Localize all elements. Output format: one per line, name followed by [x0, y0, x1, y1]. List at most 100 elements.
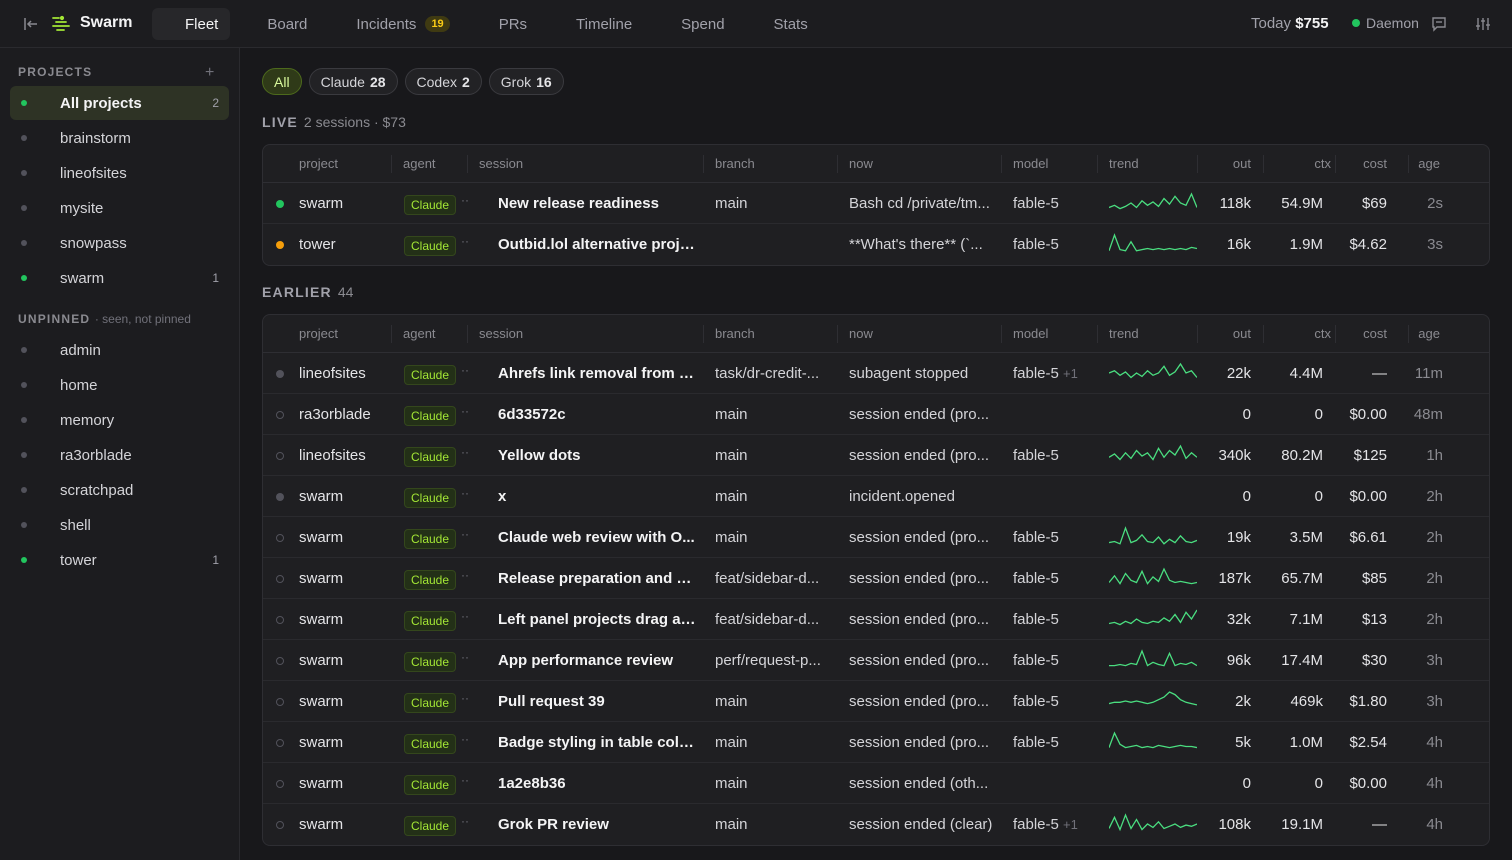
- sidebar-item-swarm[interactable]: swarm 1: [10, 261, 229, 295]
- tab-spend[interactable]: Spend: [648, 8, 736, 40]
- agent-more-icon[interactable]: ··: [461, 527, 469, 541]
- sidebar-item-shell[interactable]: shell: [10, 508, 229, 542]
- agent-more-icon[interactable]: ··: [461, 404, 469, 418]
- column-settings-icon[interactable]: [1475, 16, 1491, 32]
- table-row[interactable]: lineofsites Claude ·· Yellow dots main sessio…: [263, 435, 1489, 476]
- column-header-branch[interactable]: branch: [715, 326, 755, 341]
- column-header-project[interactable]: project: [299, 326, 338, 341]
- table-row[interactable]: swarm Claude ·· App performance review perf/…: [263, 640, 1489, 681]
- add-project-icon[interactable]: +: [205, 64, 214, 82]
- filter-claude[interactable]: Claude 28: [308, 68, 398, 95]
- tab-incidents[interactable]: Incidents 19: [323, 8, 461, 40]
- daemon-status[interactable]: Daemon: [1352, 15, 1419, 31]
- sidebar-item-home[interactable]: home: [10, 368, 229, 402]
- column-header-trend[interactable]: trend: [1109, 156, 1139, 171]
- table-row[interactable]: lineofsites Claude ·· Ahrefs link removal f…: [263, 353, 1489, 394]
- column-header-out[interactable]: out: [1197, 326, 1251, 341]
- table-row[interactable]: swarm Claude ·· Release preparation and w..…: [263, 558, 1489, 599]
- sidebar-item-admin[interactable]: admin: [10, 333, 229, 367]
- row-session[interactable]: 1a2e8b36: [498, 775, 698, 792]
- column-header-now[interactable]: now: [849, 156, 873, 171]
- agent-more-icon[interactable]: ··: [461, 773, 469, 787]
- row-session[interactable]: Release preparation and w...: [498, 570, 698, 587]
- row-session[interactable]: New release readiness: [498, 195, 698, 212]
- row-session[interactable]: Grok PR review: [498, 816, 698, 833]
- agent-more-icon[interactable]: ··: [461, 814, 469, 828]
- sidebar-item-memory[interactable]: memory: [10, 403, 229, 437]
- agent-more-icon[interactable]: ··: [461, 363, 469, 377]
- column-header-session[interactable]: session: [479, 156, 523, 171]
- column-header-trend[interactable]: trend: [1109, 326, 1139, 341]
- column-header-age[interactable]: age: [1393, 326, 1440, 341]
- sidebar-item-snowpass[interactable]: snowpass: [10, 226, 229, 260]
- table-row[interactable]: swarm Claude ·· Left panel projects drag an…: [263, 599, 1489, 640]
- chat-icon[interactable]: [1431, 16, 1447, 32]
- column-header-agent[interactable]: agent: [403, 156, 436, 171]
- column-header-project[interactable]: project: [299, 156, 338, 171]
- agent-more-icon[interactable]: ··: [461, 732, 469, 746]
- agent-more-icon[interactable]: ··: [461, 568, 469, 582]
- row-session[interactable]: Claude web review with O...: [498, 529, 698, 546]
- row-session[interactable]: Badge styling in table colu...: [498, 734, 698, 751]
- tab-board[interactable]: Board: [234, 8, 319, 40]
- trend-sparkline: [1109, 444, 1197, 461]
- column-header-branch[interactable]: branch: [715, 156, 755, 171]
- agent-more-icon[interactable]: ··: [461, 193, 469, 207]
- column-header-age[interactable]: age: [1393, 156, 1440, 171]
- sidebar-item-ra3orblade[interactable]: ra3orblade: [10, 438, 229, 472]
- table-row[interactable]: swarm Claude ·· Grok PR review main session e…: [263, 804, 1489, 845]
- agent-more-icon[interactable]: ··: [461, 691, 469, 705]
- tab-timeline[interactable]: Timeline: [543, 8, 644, 40]
- column-header-ctx[interactable]: ctx: [1277, 326, 1331, 341]
- column-header-ctx[interactable]: ctx: [1277, 156, 1331, 171]
- row-ctx: 7.1M: [1289, 611, 1323, 628]
- row-session[interactable]: App performance review: [498, 652, 698, 669]
- filter-codex[interactable]: Codex 2: [404, 68, 482, 95]
- filter-grok[interactable]: Grok 16: [488, 68, 564, 95]
- column-header-out[interactable]: out: [1197, 156, 1251, 171]
- sidebar-item-tower[interactable]: tower 1: [10, 543, 229, 577]
- agent-more-icon[interactable]: ··: [461, 650, 469, 664]
- column-header-model[interactable]: model: [1013, 326, 1048, 341]
- table-row[interactable]: tower Claude ·· Outbid.lol alternative proj…: [263, 224, 1489, 265]
- agent-more-icon[interactable]: ··: [461, 445, 469, 459]
- column-header-now[interactable]: now: [849, 326, 873, 341]
- column-options-icon[interactable]: [1468, 326, 1480, 338]
- tab-fleet[interactable]: Fleet: [152, 8, 231, 40]
- sidebar-item-label: shell: [60, 516, 91, 534]
- agent-more-icon[interactable]: ··: [461, 234, 469, 248]
- row-now: subagent stopped: [849, 365, 969, 382]
- table-row[interactable]: swarm Claude ·· New release readiness main Ba…: [263, 183, 1489, 224]
- column-options-icon[interactable]: [1468, 156, 1480, 168]
- table-row[interactable]: ra3orblade Claude ·· 6d33572c main session en…: [263, 394, 1489, 435]
- column-header-model[interactable]: model: [1013, 156, 1048, 171]
- row-session[interactable]: Ahrefs link removal from D...: [498, 365, 698, 382]
- column-header-cost[interactable]: cost: [1331, 156, 1387, 171]
- row-session[interactable]: Pull request 39: [498, 693, 698, 710]
- row-session[interactable]: Yellow dots: [498, 447, 698, 464]
- row-session[interactable]: 6d33572c: [498, 406, 698, 423]
- table-row[interactable]: swarm Claude ·· Pull request 39 main session …: [263, 681, 1489, 722]
- agent-more-icon[interactable]: ··: [461, 486, 469, 500]
- column-header-cost[interactable]: cost: [1331, 326, 1387, 341]
- tab-stats[interactable]: Stats: [741, 8, 820, 40]
- table-row[interactable]: swarm Claude ·· Claude web review with O...…: [263, 517, 1489, 558]
- agent-more-icon[interactable]: ··: [461, 609, 469, 623]
- collapse-sidebar-icon[interactable]: [22, 15, 40, 33]
- row-session[interactable]: Outbid.lol alternative proje...: [498, 236, 698, 253]
- filter-all[interactable]: All: [262, 68, 302, 95]
- row-branch: feat/sidebar-d...: [715, 611, 820, 628]
- tab-prs[interactable]: PRs: [466, 8, 539, 40]
- sidebar-item-scratchpad[interactable]: scratchpad: [10, 473, 229, 507]
- sidebar-item-all-projects[interactable]: All projects 2: [10, 86, 229, 120]
- row-session[interactable]: Left panel projects drag an...: [498, 611, 698, 628]
- sidebar-item-lineofsites[interactable]: lineofsites: [10, 156, 229, 190]
- table-row[interactable]: swarm Claude ·· Badge styling in table colu…: [263, 722, 1489, 763]
- table-row[interactable]: swarm Claude ·· x main incident.opened 0 0 $0.00…: [263, 476, 1489, 517]
- column-header-agent[interactable]: agent: [403, 326, 436, 341]
- table-row[interactable]: swarm Claude ·· 1a2e8b36 main session ended (…: [263, 763, 1489, 804]
- sidebar-item-brainstorm[interactable]: brainstorm: [10, 121, 229, 155]
- column-header-session[interactable]: session: [479, 326, 523, 341]
- sidebar-item-mysite[interactable]: mysite: [10, 191, 229, 225]
- row-session[interactable]: x: [498, 488, 698, 505]
